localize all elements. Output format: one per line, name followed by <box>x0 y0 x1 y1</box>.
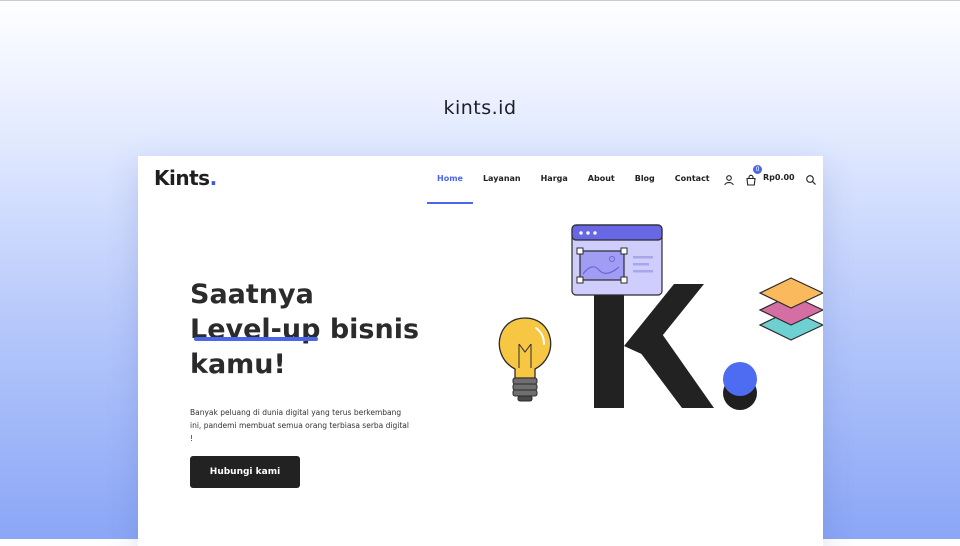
website-preview: Kints. Home Layanan Harga About Blog Con… <box>138 156 823 546</box>
hero-title-line3: kamu! <box>190 349 286 380</box>
k-dot-graphic <box>723 362 757 410</box>
browser-window-graphic <box>571 224 663 296</box>
nav-item-about[interactable]: About <box>578 156 625 204</box>
hero-illustration <box>498 224 823 410</box>
search-icon[interactable] <box>805 171 817 185</box>
hero-title-line1: Saatnya <box>190 279 314 310</box>
hero-title-highlight: Level-up <box>190 314 321 345</box>
nav-item-home[interactable]: Home <box>427 156 473 204</box>
site-title: kints.id <box>443 97 517 119</box>
cart-count-badge: 0 <box>753 165 762 174</box>
header-tools: 0 Rp0.00 <box>723 165 817 186</box>
nav-item-layanan[interactable]: Layanan <box>473 156 531 204</box>
logo-text: Kints <box>154 166 210 190</box>
main-nav: Home Layanan Harga About Blog Contact <box>427 156 720 204</box>
hero-title-line2: bisnis <box>320 314 420 345</box>
nav-item-blog[interactable]: Blog <box>625 156 665 204</box>
cart-icon[interactable]: 0 <box>745 165 762 186</box>
hero-title: Saatnya Level-up bisnis kamu! <box>190 277 450 382</box>
logo[interactable]: Kints. <box>154 166 217 190</box>
hero-description: Banyak peluang di dunia digital yang ter… <box>190 408 409 443</box>
cart-total[interactable]: Rp0.00 <box>763 173 795 182</box>
k-letter-graphic <box>594 284 714 408</box>
lightbulb-graphic <box>498 317 552 402</box>
nav-item-harga[interactable]: Harga <box>531 156 578 204</box>
layers-graphic <box>758 277 823 341</box>
user-icon[interactable] <box>723 171 735 186</box>
contact-button[interactable]: Hubungi kami <box>190 456 300 488</box>
logo-dot: . <box>209 166 218 190</box>
nav-item-contact[interactable]: Contact <box>665 156 720 204</box>
